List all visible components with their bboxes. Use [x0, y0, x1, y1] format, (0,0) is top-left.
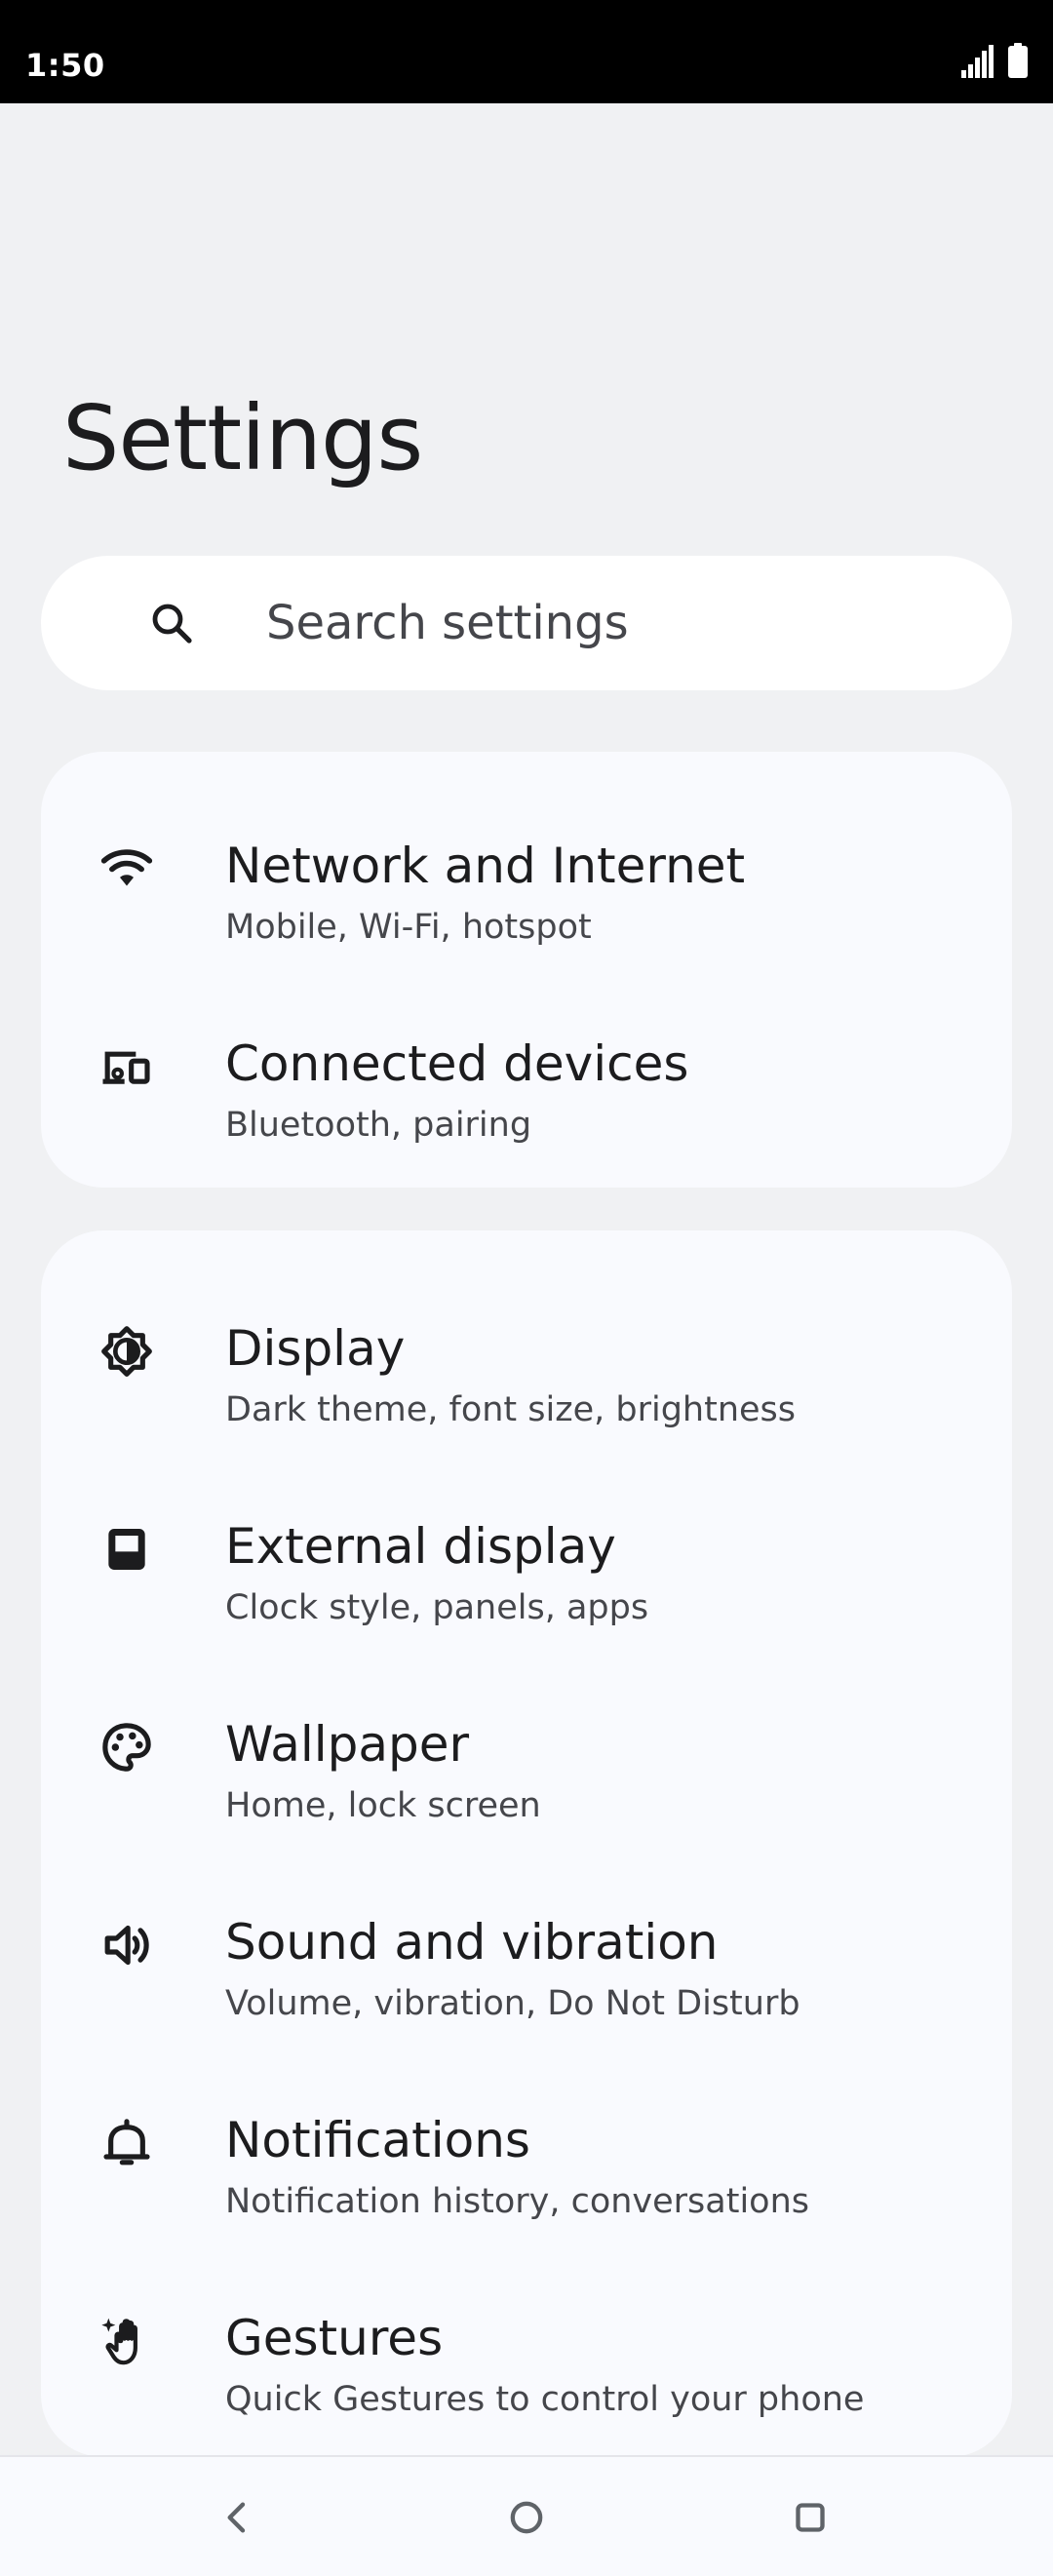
settings-item-external-display[interactable]: External display Clock style, panels, ap…: [41, 1452, 1012, 1647]
gesture-hand-icon: [101, 2318, 137, 2365]
home-icon: [510, 2501, 543, 2534]
wifi-icon: [100, 849, 153, 886]
search-input[interactable]: [266, 556, 968, 690]
item-title: Display: [225, 1320, 406, 1377]
status-time: 1:50: [25, 47, 105, 84]
recents-icon: [796, 2503, 825, 2532]
connected-devices-icon: [102, 1051, 150, 1084]
status-icons: [961, 43, 1028, 78]
item-title: Network and Internet: [225, 838, 746, 894]
palette-icon: [102, 1723, 151, 1772]
search-bar[interactable]: [41, 556, 1012, 690]
item-title: Connected devices: [225, 1035, 689, 1092]
item-subtitle: Quick Gestures to control your phone: [225, 2380, 865, 2419]
signal-icon: [961, 45, 994, 78]
volume-icon: [104, 1925, 149, 1966]
status-bar: 1:50: [0, 0, 1053, 103]
navigation-bar: [0, 2455, 1053, 2576]
search-icon: [152, 604, 192, 644]
item-subtitle: Home, lock screen: [225, 1786, 541, 1825]
settings-group-connectivity: Network and Internet Mobile, Wi-Fi, hots…: [41, 752, 1012, 1188]
home-button[interactable]: [499, 2490, 554, 2545]
settings-item-gestures[interactable]: Gestures Quick Gestures to control your …: [41, 2244, 1012, 2439]
item-subtitle: Bluetooth, pairing: [225, 1106, 532, 1145]
item-subtitle: Dark theme, font size, brightness: [225, 1390, 797, 1429]
item-subtitle: Clock style, panels, apps: [225, 1588, 649, 1627]
item-title: External display: [225, 1518, 616, 1575]
external-display-icon: [108, 1529, 145, 1570]
recents-button[interactable]: [783, 2490, 838, 2545]
settings-item-notifications[interactable]: Notifications Notification history, conv…: [41, 2046, 1012, 2241]
item-subtitle: Mobile, Wi-Fi, hotspot: [225, 908, 592, 947]
item-title: Wallpaper: [225, 1716, 470, 1773]
page-title: Settings: [62, 386, 423, 490]
item-title: Notifications: [225, 2112, 530, 2168]
item-title: Sound and vibration: [225, 1914, 719, 1971]
brightness-icon: [101, 1326, 152, 1377]
back-icon: [227, 2502, 246, 2533]
settings-group-device: Display Dark theme, font size, brightnes…: [41, 1230, 1012, 2457]
settings-item-display[interactable]: Display Dark theme, font size, brightnes…: [41, 1254, 1012, 1449]
settings-item-connected-devices[interactable]: Connected devices Bluetooth, pairing: [41, 969, 1012, 1164]
bell-icon: [103, 2119, 150, 2166]
settings-item-wallpaper[interactable]: Wallpaper Home, lock screen: [41, 1650, 1012, 1845]
battery-icon: [1008, 43, 1028, 78]
settings-item-network[interactable]: Network and Internet Mobile, Wi-Fi, hots…: [41, 771, 1012, 966]
item-title: Gestures: [225, 2310, 444, 2366]
back-button[interactable]: [211, 2490, 265, 2545]
item-subtitle: Notification history, conversations: [225, 2182, 810, 2221]
settings-item-sound[interactable]: Sound and vibration Volume, vibration, D…: [41, 1848, 1012, 2043]
item-subtitle: Volume, vibration, Do Not Disturb: [225, 1984, 800, 2023]
